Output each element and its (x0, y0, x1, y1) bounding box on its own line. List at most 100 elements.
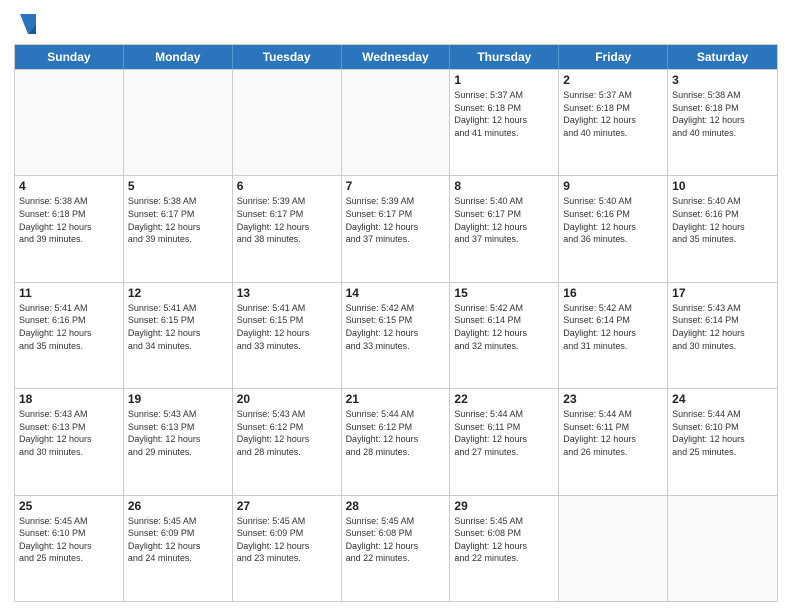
day-number: 3 (672, 73, 773, 87)
day-info: Sunrise: 5:39 AM Sunset: 6:17 PM Dayligh… (346, 195, 446, 245)
day-number: 26 (128, 499, 228, 513)
header (14, 10, 778, 38)
day-info: Sunrise: 5:37 AM Sunset: 6:18 PM Dayligh… (563, 89, 663, 139)
calendar-cell (342, 70, 451, 175)
day-info: Sunrise: 5:39 AM Sunset: 6:17 PM Dayligh… (237, 195, 337, 245)
day-number: 5 (128, 179, 228, 193)
calendar-header-row: SundayMondayTuesdayWednesdayThursdayFrid… (15, 45, 777, 69)
day-info: Sunrise: 5:40 AM Sunset: 6:17 PM Dayligh… (454, 195, 554, 245)
header-day-saturday: Saturday (668, 45, 777, 69)
day-number: 8 (454, 179, 554, 193)
day-info: Sunrise: 5:40 AM Sunset: 6:16 PM Dayligh… (563, 195, 663, 245)
day-info: Sunrise: 5:42 AM Sunset: 6:14 PM Dayligh… (454, 302, 554, 352)
header-day-friday: Friday (559, 45, 668, 69)
calendar-cell (15, 70, 124, 175)
page: SundayMondayTuesdayWednesdayThursdayFrid… (0, 0, 792, 612)
day-number: 27 (237, 499, 337, 513)
day-number: 2 (563, 73, 663, 87)
day-number: 12 (128, 286, 228, 300)
calendar-cell: 4 Sunrise: 5:38 AM Sunset: 6:18 PM Daylig… (15, 176, 124, 281)
calendar-cell: 22 Sunrise: 5:44 AM Sunset: 6:11 PM Dayli… (450, 389, 559, 494)
day-info: Sunrise: 5:43 AM Sunset: 6:14 PM Dayligh… (672, 302, 773, 352)
calendar-cell: 3 Sunrise: 5:38 AM Sunset: 6:18 PM Daylig… (668, 70, 777, 175)
day-info: Sunrise: 5:41 AM Sunset: 6:15 PM Dayligh… (237, 302, 337, 352)
header-day-monday: Monday (124, 45, 233, 69)
day-number: 9 (563, 179, 663, 193)
calendar-cell (233, 70, 342, 175)
day-number: 29 (454, 499, 554, 513)
calendar-cell: 25Sunrise: 5:45 AM Sunset: 6:10 PM Dayli… (15, 496, 124, 601)
day-info: Sunrise: 5:44 AM Sunset: 6:11 PM Dayligh… (563, 408, 663, 458)
day-info: Sunrise: 5:45 AM Sunset: 6:10 PM Dayligh… (19, 515, 119, 565)
calendar-cell: 1 Sunrise: 5:37 AM Sunset: 6:18 PM Daylig… (450, 70, 559, 175)
day-info: Sunrise: 5:37 AM Sunset: 6:18 PM Dayligh… (454, 89, 554, 139)
calendar-cell: 2 Sunrise: 5:37 AM Sunset: 6:18 PM Daylig… (559, 70, 668, 175)
calendar-week-5: 25Sunrise: 5:45 AM Sunset: 6:10 PM Dayli… (15, 495, 777, 601)
calendar-cell: 29 Sunrise: 5:45 AM Sunset: 6:08 PM Dayli… (450, 496, 559, 601)
calendar-cell: 10 Sunrise: 5:40 AM Sunset: 6:16 PM Dayli… (668, 176, 777, 281)
day-info: Sunrise: 5:42 AM Sunset: 6:14 PM Dayligh… (563, 302, 663, 352)
day-number: 7 (346, 179, 446, 193)
calendar-cell: 24 Sunrise: 5:44 AM Sunset: 6:10 PM Dayli… (668, 389, 777, 494)
calendar-cell: 16 Sunrise: 5:42 AM Sunset: 6:14 PM Dayli… (559, 283, 668, 388)
day-number: 19 (128, 392, 228, 406)
day-info: Sunrise: 5:41 AM Sunset: 6:16 PM Dayligh… (19, 302, 119, 352)
logo-icon (16, 10, 40, 38)
day-number: 16 (563, 286, 663, 300)
calendar-week-3: 11 Sunrise: 5:41 AM Sunset: 6:16 PM Dayli… (15, 282, 777, 388)
header-day-sunday: Sunday (15, 45, 124, 69)
day-number: 6 (237, 179, 337, 193)
day-info: Sunrise: 5:45 AM Sunset: 6:09 PM Dayligh… (128, 515, 228, 565)
calendar-cell: 5 Sunrise: 5:38 AM Sunset: 6:17 PM Daylig… (124, 176, 233, 281)
calendar-cell: 27Sunrise: 5:45 AM Sunset: 6:09 PM Dayli… (233, 496, 342, 601)
day-info: Sunrise: 5:43 AM Sunset: 6:12 PM Dayligh… (237, 408, 337, 458)
day-info: Sunrise: 5:45 AM Sunset: 6:08 PM Dayligh… (454, 515, 554, 565)
day-number: 4 (19, 179, 119, 193)
day-info: Sunrise: 5:45 AM Sunset: 6:08 PM Dayligh… (346, 515, 446, 565)
day-info: Sunrise: 5:38 AM Sunset: 6:18 PM Dayligh… (672, 89, 773, 139)
calendar-cell: 26 Sunrise: 5:45 AM Sunset: 6:09 PM Dayli… (124, 496, 233, 601)
day-number: 23 (563, 392, 663, 406)
calendar-cell: 6 Sunrise: 5:39 AM Sunset: 6:17 PM Daylig… (233, 176, 342, 281)
day-number: 21 (346, 392, 446, 406)
calendar-cell: 19 Sunrise: 5:43 AM Sunset: 6:13 PM Dayli… (124, 389, 233, 494)
day-info: Sunrise: 5:41 AM Sunset: 6:15 PM Dayligh… (128, 302, 228, 352)
day-info: Sunrise: 5:43 AM Sunset: 6:13 PM Dayligh… (128, 408, 228, 458)
day-number: 13 (237, 286, 337, 300)
calendar-cell: 8 Sunrise: 5:40 AM Sunset: 6:17 PM Daylig… (450, 176, 559, 281)
logo (14, 10, 40, 38)
calendar-cell: 20 Sunrise: 5:43 AM Sunset: 6:12 PM Dayli… (233, 389, 342, 494)
day-number: 20 (237, 392, 337, 406)
day-info: Sunrise: 5:40 AM Sunset: 6:16 PM Dayligh… (672, 195, 773, 245)
day-number: 28 (346, 499, 446, 513)
day-info: Sunrise: 5:42 AM Sunset: 6:15 PM Dayligh… (346, 302, 446, 352)
calendar: SundayMondayTuesdayWednesdayThursdayFrid… (14, 44, 778, 602)
calendar-cell (559, 496, 668, 601)
day-number: 24 (672, 392, 773, 406)
calendar-cell: 21Sunrise: 5:44 AM Sunset: 6:12 PM Dayli… (342, 389, 451, 494)
calendar-cell: 15Sunrise: 5:42 AM Sunset: 6:14 PM Dayli… (450, 283, 559, 388)
day-info: Sunrise: 5:38 AM Sunset: 6:17 PM Dayligh… (128, 195, 228, 245)
calendar-cell: 7 Sunrise: 5:39 AM Sunset: 6:17 PM Daylig… (342, 176, 451, 281)
calendar-body: 1 Sunrise: 5:37 AM Sunset: 6:18 PM Daylig… (15, 69, 777, 601)
day-info: Sunrise: 5:44 AM Sunset: 6:10 PM Dayligh… (672, 408, 773, 458)
day-number: 10 (672, 179, 773, 193)
day-number: 18 (19, 392, 119, 406)
header-day-tuesday: Tuesday (233, 45, 342, 69)
day-number: 22 (454, 392, 554, 406)
header-day-wednesday: Wednesday (342, 45, 451, 69)
calendar-cell: 11 Sunrise: 5:41 AM Sunset: 6:16 PM Dayli… (15, 283, 124, 388)
calendar-cell: 9 Sunrise: 5:40 AM Sunset: 6:16 PM Daylig… (559, 176, 668, 281)
calendar-cell: 14 Sunrise: 5:42 AM Sunset: 6:15 PM Dayli… (342, 283, 451, 388)
day-number: 14 (346, 286, 446, 300)
day-number: 1 (454, 73, 554, 87)
day-info: Sunrise: 5:43 AM Sunset: 6:13 PM Dayligh… (19, 408, 119, 458)
calendar-cell: 13 Sunrise: 5:41 AM Sunset: 6:15 PM Dayli… (233, 283, 342, 388)
calendar-week-1: 1 Sunrise: 5:37 AM Sunset: 6:18 PM Daylig… (15, 69, 777, 175)
day-info: Sunrise: 5:38 AM Sunset: 6:18 PM Dayligh… (19, 195, 119, 245)
calendar-cell (124, 70, 233, 175)
calendar-cell: 28 Sunrise: 5:45 AM Sunset: 6:08 PM Dayli… (342, 496, 451, 601)
day-number: 11 (19, 286, 119, 300)
calendar-cell: 18 Sunrise: 5:43 AM Sunset: 6:13 PM Dayli… (15, 389, 124, 494)
day-info: Sunrise: 5:44 AM Sunset: 6:11 PM Dayligh… (454, 408, 554, 458)
